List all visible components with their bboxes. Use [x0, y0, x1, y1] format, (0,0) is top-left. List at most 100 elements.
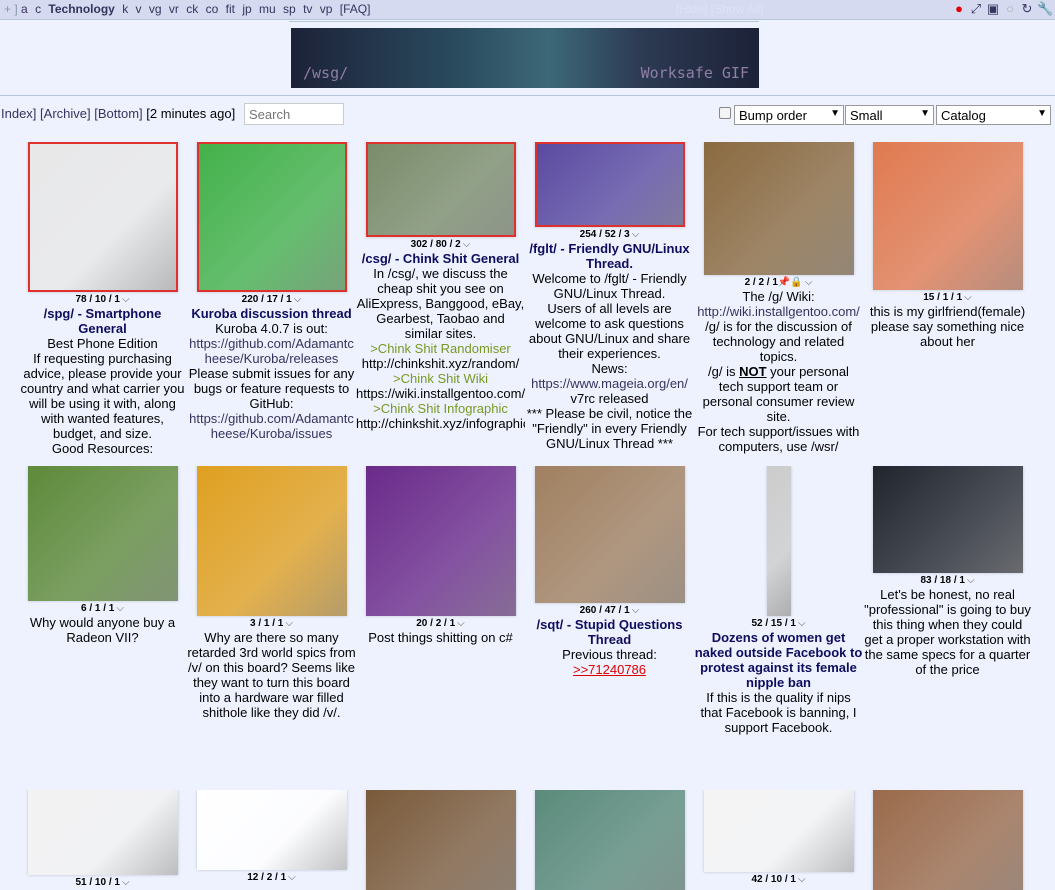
last-updated[interactable]: [2 minutes ago]	[146, 106, 235, 121]
emphasis-text: NOT	[739, 364, 767, 379]
teaser-line: http://chinkshit.xyz/random/	[361, 356, 520, 371]
thread-menu-chevron-icon[interactable]: ⌵	[294, 294, 302, 305]
thread-menu-chevron-icon[interactable]: ⌵	[122, 877, 130, 888]
thread-thumbnail[interactable]	[534, 466, 685, 603]
thread-tile[interactable]	[863, 790, 1032, 890]
teaser-line: Let's be honest, no real "professional" …	[864, 587, 1031, 677]
reply-image-page-count: 220 / 17 / 1	[241, 294, 292, 305]
thread-thumbnail[interactable]	[534, 790, 685, 890]
thread-menu-chevron-icon[interactable]: ⌵	[805, 277, 813, 288]
board-link-a[interactable]: a	[21, 2, 28, 16]
thread-menu-chevron-icon[interactable]: ⌵	[798, 874, 806, 885]
thread-menu-chevron-icon[interactable]: ⌵	[967, 575, 975, 586]
hide-show-links[interactable]: [Hide] [Show All]	[676, 2, 763, 16]
teaser-link[interactable]: https://github.com/Adamantcheese/Kuroba/…	[187, 411, 356, 441]
board-banner[interactable]: /wsg/ Worksafe GIF	[291, 28, 759, 88]
board-link-vr[interactable]: vr	[169, 2, 179, 16]
teaser-link[interactable]: https://github.com/Adamantcheese/Kuroba/…	[187, 336, 356, 366]
thread-thumbnail[interactable]	[27, 466, 178, 601]
image-icon[interactable]: ▣	[986, 2, 1000, 16]
thread-thumbnail[interactable]	[534, 142, 685, 227]
thread-tile[interactable]: 52 / 15 / 1 ⌵ Dozens of women get naked ou…	[694, 466, 863, 766]
board-link-vg[interactable]: vg	[149, 2, 162, 16]
thread-thumbnail[interactable]	[365, 790, 516, 890]
bottom-link[interactable]: [Bottom]	[94, 106, 142, 121]
thread-menu-chevron-icon[interactable]: ⌵	[122, 294, 130, 305]
thread-thumbnail[interactable]	[196, 142, 347, 292]
sort-select[interactable]: Bump order ▼	[734, 105, 844, 125]
board-link-vp[interactable]: vp	[320, 2, 333, 16]
thread-menu-chevron-icon[interactable]: ⌵	[964, 292, 972, 303]
nav-prefix[interactable]: + ]	[4, 2, 18, 16]
thread-menu-chevron-icon[interactable]: ⌵	[463, 239, 471, 250]
board-link-co[interactable]: co	[206, 2, 219, 16]
thread-teaser: Why would anyone buy a Radeon VII?	[18, 615, 187, 645]
thread-thumbnail[interactable]	[872, 142, 1023, 290]
thread-menu-chevron-icon[interactable]: ⌵	[798, 618, 806, 629]
comment-icon[interactable]: ○	[1003, 2, 1017, 16]
thread-thumbnail[interactable]	[872, 790, 1023, 890]
hidden-toggle-checkbox[interactable]	[719, 107, 731, 119]
faq-link[interactable]: [FAQ]	[340, 2, 371, 16]
board-link-fit[interactable]: fit	[226, 2, 235, 16]
greentext: >Chink Shit Randomiser	[370, 341, 511, 356]
thread-tile[interactable]: 3 / 1 / 1 ⌵ Why are there so many retarded…	[187, 466, 356, 766]
thread-menu-chevron-icon[interactable]: ⌵	[116, 603, 124, 614]
thread-stats: 52 / 15 / 1 ⌵	[694, 618, 863, 630]
thread-menu-chevron-icon[interactable]: ⌵	[288, 872, 296, 883]
thread-tile[interactable]: 260 / 47 / 1 ⌵/sqt/ - Stupid Questions Th…	[525, 466, 694, 766]
board-link-sp[interactable]: sp	[283, 2, 296, 16]
thread-thumbnail[interactable]	[196, 466, 347, 616]
board-link-jp[interactable]: jp	[242, 2, 251, 16]
thread-menu-chevron-icon[interactable]: ⌵	[632, 229, 640, 240]
thread-menu-chevron-icon[interactable]: ⌵	[285, 618, 293, 629]
thread-tile[interactable]: 78 / 10 / 1 ⌵/spg/ - Smartphone General Be…	[18, 142, 187, 460]
thread-thumbnail[interactable]	[196, 790, 347, 870]
teaser-link[interactable]: http://wiki.installgentoo.com/	[694, 304, 863, 319]
thread-tile[interactable]: 254 / 52 / 3 ⌵/fglt/ - Friendly GNU/Linux…	[525, 142, 694, 460]
refresh-icon[interactable]: ↻	[1020, 2, 1034, 16]
thread-tile[interactable]: 20 / 2 / 1 ⌵ Post things shitting on c#	[356, 466, 525, 766]
thread-thumbnail[interactable]	[703, 790, 854, 872]
thread-thumbnail[interactable]	[27, 142, 178, 292]
eye-icon[interactable]: ●	[952, 2, 966, 16]
mode-select[interactable]: Catalog ▼	[936, 105, 1051, 125]
thread-tile[interactable]: 302 / 80 / 2 ⌵/csg/ - Chink Shit General I…	[356, 142, 525, 460]
board-link-mu[interactable]: mu	[259, 2, 276, 16]
board-link-c[interactable]: c	[35, 2, 41, 16]
thread-thumbnail[interactable]	[27, 790, 178, 875]
thread-tile[interactable]: 220 / 17 / 1 ⌵ Kuroba discussion thread Kur…	[187, 142, 356, 460]
thread-thumbnail[interactable]	[365, 142, 516, 237]
teaser-line: Users of all levels are welcome to ask q…	[528, 301, 691, 361]
thread-tile[interactable]	[525, 790, 694, 890]
board-link-v[interactable]: v	[136, 2, 142, 16]
size-select[interactable]: Small ▼	[845, 105, 934, 125]
expand-icon[interactable]: ⤢	[969, 2, 983, 16]
thread-stats: 15 / 1 / 1 ⌵	[863, 292, 1032, 304]
thread-tile[interactable]: 2 / 2 / 1📌🔒 ⌵ The /g/ Wiki: http://wiki.ins…	[694, 142, 863, 460]
teaser-link[interactable]: https://www.mageia.org/en/	[525, 376, 694, 391]
thread-menu-chevron-icon[interactable]: ⌵	[632, 605, 640, 616]
archive-link[interactable]: [Archive]	[40, 106, 91, 121]
board-link-k[interactable]: k	[122, 2, 128, 16]
thread-tile[interactable]: 51 / 10 / 1 ⌵	[18, 790, 187, 890]
thread-thumbnail[interactable]	[365, 466, 516, 616]
thread-tile[interactable]: 12 / 2 / 1 ⌵	[187, 790, 356, 890]
thread-tile[interactable]: 15 / 1 / 1 ⌵ this is my girlfriend(female)…	[863, 142, 1032, 460]
thread-tile[interactable]	[356, 790, 525, 890]
wrench-icon[interactable]: 🔧	[1037, 2, 1053, 16]
board-link-tv[interactable]: tv	[303, 2, 312, 16]
board-current[interactable]: Technology	[48, 2, 114, 16]
thread-tile[interactable]: 83 / 18 / 1 ⌵ Let's be honest, no real "pr…	[863, 466, 1032, 766]
search-input[interactable]	[244, 103, 344, 125]
teaser-line: this is my girlfriend(female) please say…	[869, 304, 1026, 349]
thread-tile[interactable]: 6 / 1 / 1 ⌵ Why would anyone buy a Radeon …	[18, 466, 187, 766]
thread-tile[interactable]: 42 / 10 / 1 ⌵	[694, 790, 863, 890]
thread-thumbnail[interactable]	[766, 466, 791, 616]
thread-thumbnail[interactable]	[872, 466, 1023, 573]
board-link-ck[interactable]: ck	[186, 2, 198, 16]
index-link[interactable]: Index]	[1, 106, 36, 121]
thread-menu-chevron-icon[interactable]: ⌵	[457, 618, 465, 629]
quote-backlink[interactable]: >>71240786	[525, 662, 694, 677]
thread-thumbnail[interactable]	[703, 142, 854, 275]
